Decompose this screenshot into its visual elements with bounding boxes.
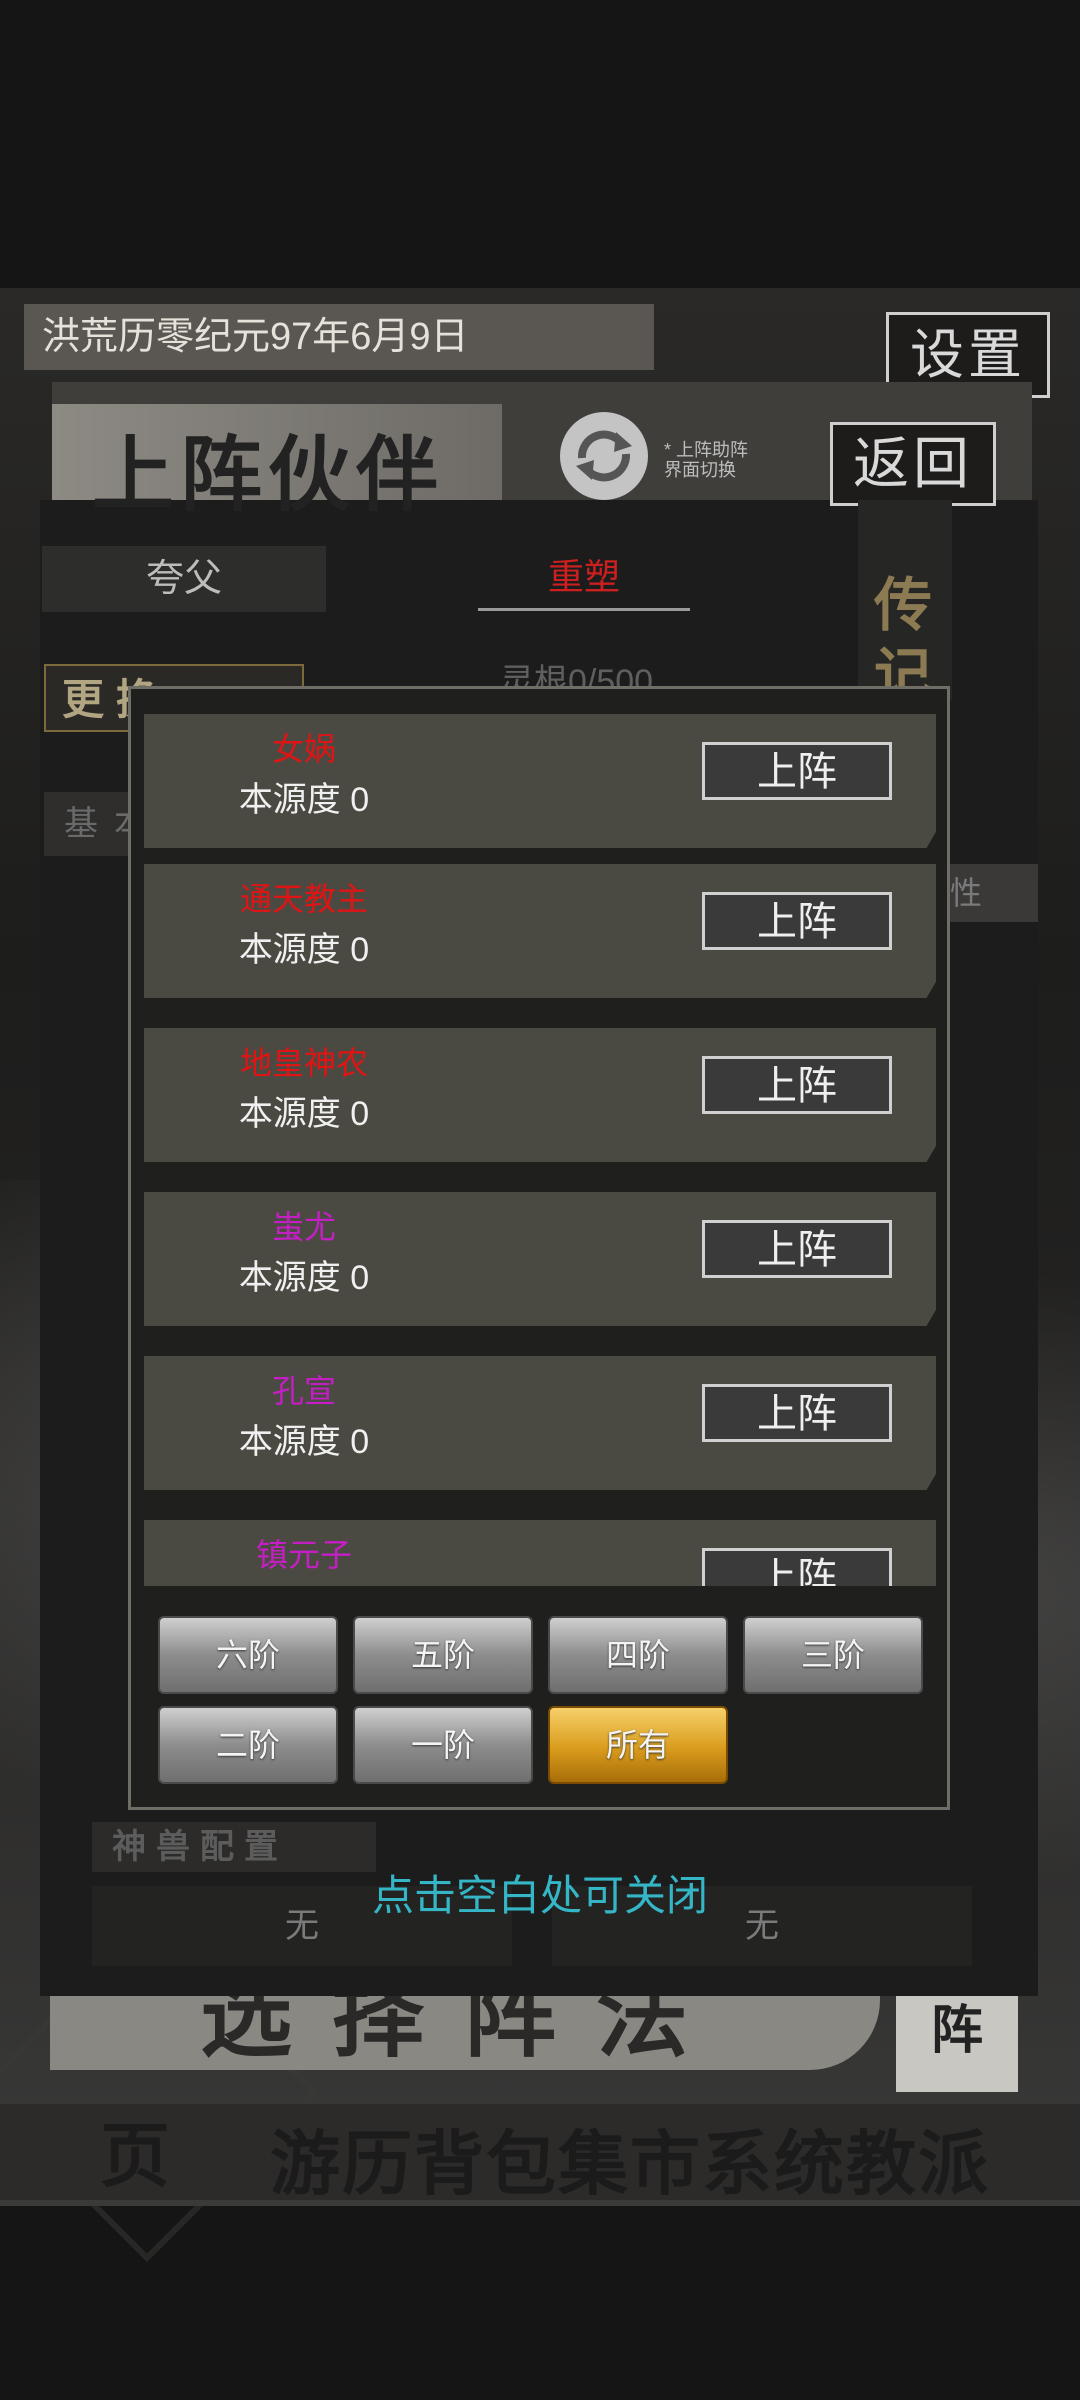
filter-tier-2[interactable]: 二阶	[158, 1706, 338, 1784]
bottom-nav-labels[interactable]: 游历背包集市系统教派	[270, 2108, 990, 2209]
partner-name: 女娲	[271, 731, 336, 767]
partner-title: 上阵伙伴	[92, 427, 445, 523]
tab-kuafu[interactable]: 夸父	[42, 546, 326, 612]
filter-tier-3[interactable]: 三阶	[743, 1616, 923, 1694]
bottom-nav-left-label: 页	[100, 2114, 170, 2197]
swap-hint: * 上阵助阵 界面切换	[664, 440, 749, 480]
partner-card: 蚩尤 本源度 0 上阵	[144, 1192, 936, 1326]
partner-card: 镇元子 上阵	[144, 1520, 936, 1586]
partner-card: 通天教主 本源度 0 上阵	[144, 864, 936, 998]
filter-tier-5[interactable]: 五阶	[353, 1616, 533, 1694]
filter-tier-1[interactable]: 一阶	[353, 1706, 533, 1784]
deploy-button[interactable]: 上阵	[702, 892, 892, 950]
partner-name: 镇元子	[255, 1537, 352, 1573]
filter-all[interactable]: 所有	[548, 1706, 728, 1784]
partner-name: 通天教主	[239, 881, 368, 917]
partner-source: 本源度 0	[238, 1095, 370, 1133]
deploy-button[interactable]: 上阵	[702, 1548, 892, 1586]
deploy-button[interactable]: 上阵	[702, 742, 892, 800]
filter-tier-6[interactable]: 六阶	[158, 1616, 338, 1694]
tab-reshape[interactable]: 重塑	[478, 546, 690, 611]
return-button[interactable]: 返回	[830, 422, 996, 506]
game-date: 洪荒历零纪元97年6月9日	[24, 304, 654, 370]
partner-source: 本源度 0	[238, 931, 370, 969]
deploy-button[interactable]: 上阵	[702, 1220, 892, 1278]
deploy-button[interactable]: 上阵	[702, 1384, 892, 1442]
partner-list[interactable]: 女娲 本源度 0 上阵 通天教主 本源度 0 上阵 地皇神农 本源度 0 上阵 …	[144, 714, 936, 1586]
filter-tier-4[interactable]: 四阶	[548, 1616, 728, 1694]
swap-icon[interactable]	[560, 412, 648, 500]
partner-card: 地皇神农 本源度 0 上阵	[144, 1028, 936, 1162]
close-hint: 点击空白处可关闭	[371, 1872, 708, 1919]
partner-source: 本源度 0	[238, 1423, 370, 1461]
partner-source: 本源度 0	[238, 781, 370, 819]
partner-card: 孔宣 本源度 0 上阵	[144, 1356, 936, 1490]
partner-name: 地皇神农	[239, 1045, 368, 1081]
partner-name: 蚩尤	[271, 1209, 336, 1245]
partner-name: 孔宣	[271, 1373, 336, 1409]
partner-source: 本源度 0	[238, 1259, 370, 1297]
partner-card: 女娲 本源度 0 上阵	[144, 714, 936, 848]
deploy-button[interactable]: 上阵	[702, 1056, 892, 1114]
